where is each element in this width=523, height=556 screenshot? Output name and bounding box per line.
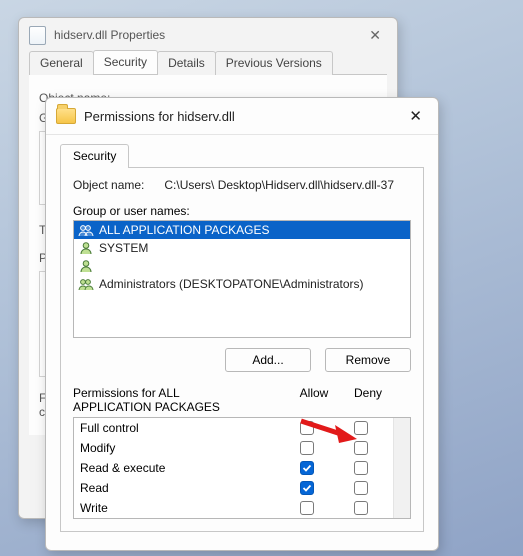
permission-name: Full control <box>80 421 280 435</box>
allow-cell <box>280 481 334 495</box>
object-name-label: Object name: <box>73 178 144 192</box>
group-label: Group or user names: <box>73 204 411 218</box>
permission-row: Full control <box>74 418 410 438</box>
group-icon <box>78 277 94 291</box>
group-item-label: Administrators (DESKTOPATONE\Administrat… <box>99 277 364 291</box>
deny-checkbox[interactable] <box>354 421 368 435</box>
user-icon <box>78 241 94 255</box>
tab-previous-versions[interactable]: Previous Versions <box>215 51 333 75</box>
tab-security[interactable]: Security <box>60 144 129 168</box>
tab-details[interactable]: Details <box>157 51 216 75</box>
allow-checkbox[interactable] <box>300 461 314 475</box>
perm-title-line2: APPLICATION PACKAGES <box>73 400 220 414</box>
close-icon[interactable]: ✕ <box>403 105 428 127</box>
group-item-label: SYSTEM <box>99 241 148 255</box>
object-row: Object name: C:\Users\ Desktop\Hidserv.d… <box>73 178 411 192</box>
dialog-buttons: OK Cancel Apply <box>46 544 438 556</box>
allow-cell <box>280 441 334 455</box>
permission-name: Read & execute <box>80 461 280 475</box>
permissions-window: Permissions for hidserv.dll ✕ Security O… <box>45 97 439 551</box>
group-item[interactable]: Administrators (DESKTOPATONE\Administrat… <box>74 275 410 293</box>
tab-security[interactable]: Security <box>93 50 158 74</box>
deny-cell <box>334 481 388 495</box>
allow-cell <box>280 461 334 475</box>
permissions-header: Permissions for ALL APPLICATION PACKAGES… <box>73 386 411 414</box>
close-icon[interactable]: ✕ <box>363 25 387 46</box>
column-deny: Deny <box>341 386 395 414</box>
allow-checkbox[interactable] <box>300 501 314 515</box>
column-allow: Allow <box>287 386 341 414</box>
allow-checkbox[interactable] <box>300 481 314 495</box>
deny-cell <box>334 501 388 515</box>
scrollbar[interactable] <box>393 418 410 518</box>
allow-checkbox[interactable] <box>300 421 314 435</box>
titlebar: hidserv.dll Properties ✕ <box>19 18 397 52</box>
deny-checkbox[interactable] <box>354 481 368 495</box>
tabs: GeneralSecurityDetailsPrevious Versions <box>19 50 397 74</box>
page-icon <box>29 26 46 45</box>
add-button[interactable]: Add... <box>225 348 311 372</box>
deny-cell <box>334 461 388 475</box>
group-item-label: ALL APPLICATION PACKAGES <box>99 223 270 237</box>
allow-checkbox[interactable] <box>300 441 314 455</box>
deny-checkbox[interactable] <box>354 501 368 515</box>
deny-cell <box>334 421 388 435</box>
tab-general[interactable]: General <box>29 51 94 75</box>
permissions-list: Full control Modify Read & execute Read Writ… <box>73 417 411 519</box>
permission-name: Read <box>80 481 280 495</box>
window-title: hidserv.dll Properties <box>54 28 165 42</box>
permission-row: Modify <box>74 438 410 458</box>
permission-row: Read & execute <box>74 458 410 478</box>
group-item[interactable]: ALL APPLICATION PACKAGES <box>74 221 410 239</box>
folder-icon <box>56 108 76 124</box>
window-title: Permissions for hidserv.dll <box>84 109 235 124</box>
titlebar: Permissions for hidserv.dll ✕ <box>46 98 438 135</box>
permission-row: Write <box>74 498 410 518</box>
group-list[interactable]: ALL APPLICATION PACKAGES SYSTEM Administra… <box>73 220 411 338</box>
group-item[interactable]: SYSTEM <box>74 239 410 257</box>
deny-cell <box>334 441 388 455</box>
remove-button[interactable]: Remove <box>325 348 411 372</box>
tabs: Security <box>60 143 424 167</box>
permission-row: Read <box>74 478 410 498</box>
permission-name: Modify <box>80 441 280 455</box>
allow-cell <box>280 421 334 435</box>
group-item[interactable] <box>74 257 410 275</box>
object-name-value: C:\Users\ Desktop\Hidserv.dll\hidserv.dl… <box>164 178 394 192</box>
permission-name: Write <box>80 501 280 515</box>
deny-checkbox[interactable] <box>354 441 368 455</box>
user-icon <box>78 259 94 273</box>
perm-title-line1: Permissions for ALL <box>73 386 180 400</box>
group-icon <box>78 223 94 237</box>
deny-checkbox[interactable] <box>354 461 368 475</box>
allow-cell <box>280 501 334 515</box>
